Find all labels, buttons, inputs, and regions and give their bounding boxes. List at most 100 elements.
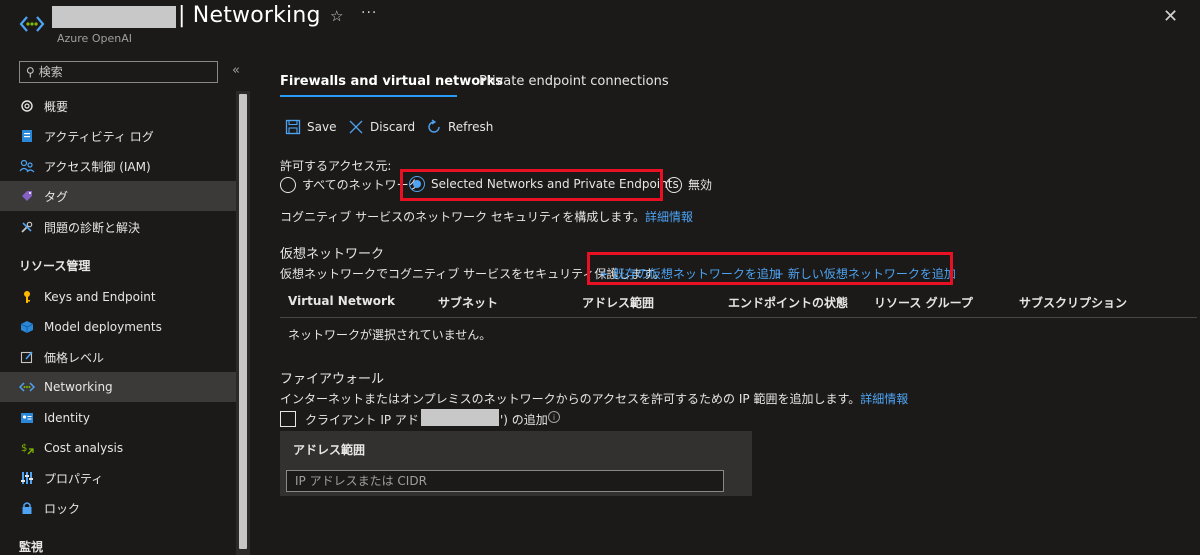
refresh-button[interactable]: Refresh bbox=[426, 119, 493, 135]
sidebar-item-label: タグ bbox=[44, 189, 69, 204]
vnet-empty-message: ネットワークが選択されていません。 bbox=[288, 328, 492, 342]
col-endpoint-status[interactable]: エンドポイントの状態 bbox=[728, 294, 848, 311]
refresh-label: Refresh bbox=[448, 120, 494, 134]
tab-private-endpoint-connections[interactable]: Private endpoint connections bbox=[479, 74, 669, 89]
address-range-panel: アドレス範囲 bbox=[280, 431, 752, 496]
sidebar-item-overview[interactable]: 概要 bbox=[0, 91, 236, 121]
discard-button[interactable]: Discard bbox=[348, 119, 415, 135]
section-monitoring: 監視 bbox=[19, 540, 44, 554]
scrollbar-thumb[interactable] bbox=[239, 94, 247, 549]
sidebar-item-label: ロック bbox=[44, 501, 81, 516]
highlight-add-vnet bbox=[587, 252, 953, 285]
tag-icon bbox=[19, 188, 35, 204]
redacted-resource-name bbox=[52, 6, 176, 28]
firewall-description: インターネットまたはオンプレミスのネットワークからのアクセスを許可するための I… bbox=[280, 392, 909, 406]
sidebar-item-label: 概要 bbox=[44, 99, 69, 114]
address-range-header: アドレス範囲 bbox=[293, 443, 366, 457]
cube-icon bbox=[19, 319, 35, 335]
redacted-client-ip bbox=[421, 409, 499, 426]
main-content: Firewalls and virtual networks Private e… bbox=[280, 56, 1200, 555]
app-window: | Networking Azure OpenAI ☆ ··· ✕ ⚲ « 概要… bbox=[0, 0, 1200, 555]
scroll-up-icon[interactable]: ▲ bbox=[239, 92, 244, 100]
sidebar-item-label: Cost analysis bbox=[44, 441, 124, 455]
radio-circle[interactable] bbox=[666, 176, 682, 193]
lock-icon bbox=[19, 500, 35, 516]
allow-access-label: 許可するアクセス元: bbox=[280, 159, 392, 173]
people-icon bbox=[19, 158, 35, 174]
sidebar-item-label: 問題の診断と解決 bbox=[44, 220, 141, 235]
sidebar-item-activity-log[interactable]: アクティビティ ログ bbox=[0, 121, 236, 151]
col-virtual-network[interactable]: Virtual Network bbox=[288, 294, 395, 308]
address-range-input[interactable] bbox=[286, 470, 724, 492]
openai-icon bbox=[19, 98, 35, 114]
sidebar-item-properties[interactable]: プロパティ bbox=[0, 463, 236, 493]
col-address-range[interactable]: アドレス範囲 bbox=[582, 294, 654, 311]
networking-logo-icon bbox=[19, 16, 45, 32]
firewall-heading: ファイアウォール bbox=[280, 372, 385, 387]
sidebar-item-cost-analysis[interactable]: $ Cost analysis bbox=[0, 433, 236, 463]
access-description: コグニティブ サービスのネットワーク セキュリティを構成します。詳細情報 bbox=[280, 210, 694, 224]
client-ip-label-suffix: ') の追加 bbox=[500, 413, 548, 427]
selected-tab-indicator bbox=[280, 95, 457, 97]
sidebar-item-label: アクティビティ ログ bbox=[44, 129, 154, 144]
save-button[interactable]: Save bbox=[285, 119, 336, 135]
identity-icon bbox=[19, 410, 35, 426]
cost-icon: $ bbox=[19, 440, 35, 456]
col-resource-group[interactable]: リソース グループ bbox=[874, 294, 973, 311]
sidebar-item-iam[interactable]: アクセス制御 (IAM) bbox=[0, 151, 236, 181]
sidebar-item-label: 価格レベル bbox=[44, 350, 105, 365]
activity-log-icon bbox=[19, 128, 35, 144]
col-subscription[interactable]: サブスクリプション bbox=[1019, 294, 1127, 311]
collapse-sidebar-icon[interactable]: « bbox=[232, 63, 240, 78]
radio-label: 無効 bbox=[688, 178, 713, 192]
properties-icon bbox=[19, 470, 35, 486]
sidebar-search-input[interactable] bbox=[38, 65, 199, 79]
page-title: | Networking bbox=[178, 3, 321, 28]
sidebar-item-pricing-tier[interactable]: 価格レベル bbox=[0, 342, 236, 372]
discard-icon bbox=[348, 119, 364, 135]
key-icon bbox=[19, 289, 35, 305]
highlight-selected-networks bbox=[400, 169, 663, 201]
wrench-icon bbox=[19, 219, 35, 235]
discard-label: Discard bbox=[370, 120, 416, 134]
edit-icon bbox=[19, 349, 35, 365]
sidebar-item-networking[interactable]: Networking bbox=[0, 372, 236, 402]
resource-type-subtitle: Azure OpenAI bbox=[57, 32, 132, 45]
col-subnet[interactable]: サブネット bbox=[438, 294, 498, 311]
sidebar-item-diagnose[interactable]: 問題の診断と解決 bbox=[0, 212, 236, 242]
sidebar-search[interactable]: ⚲ bbox=[19, 61, 218, 83]
favorite-star-icon[interactable]: ☆ bbox=[330, 7, 343, 25]
save-icon bbox=[285, 119, 301, 135]
sidebar-item-model-deployments[interactable]: Model deployments bbox=[0, 312, 236, 342]
close-icon[interactable]: ✕ bbox=[1163, 6, 1178, 27]
sidebar-scrollbar[interactable] bbox=[236, 91, 250, 555]
refresh-icon bbox=[426, 119, 442, 135]
sidebar-item-label: Networking bbox=[44, 380, 113, 394]
sidebar-item-label: アクセス制御 (IAM) bbox=[44, 159, 151, 174]
learn-more-link[interactable]: 詳細情報 bbox=[645, 210, 693, 224]
sidebar-item-label: Keys and Endpoint bbox=[44, 290, 156, 304]
sidebar-item-label: Identity bbox=[44, 411, 90, 425]
section-resource-management: リソース管理 bbox=[19, 259, 91, 273]
svg-text:$: $ bbox=[21, 443, 27, 454]
blade-header: | Networking Azure OpenAI ☆ ··· ✕ bbox=[0, 0, 1200, 50]
vnet-table-header: Virtual Network サブネット アドレス範囲 エンドポイントの状態 … bbox=[280, 292, 1197, 318]
sidebar-item-identity[interactable]: Identity bbox=[0, 403, 236, 433]
radio-disabled[interactable]: 無効 bbox=[666, 176, 712, 193]
more-options-icon[interactable]: ··· bbox=[361, 5, 377, 21]
sidebar: ⚲ « 概要 アクティビティ ログ アクセス制御 (IAM) タ bbox=[0, 56, 252, 555]
add-client-ip-checkbox[interactable] bbox=[280, 411, 296, 427]
info-icon[interactable]: i bbox=[548, 411, 560, 423]
sidebar-item-label: Model deployments bbox=[44, 320, 162, 334]
vnet-heading: 仮想ネットワーク bbox=[280, 247, 385, 262]
save-label: Save bbox=[307, 120, 337, 134]
sidebar-item-tags[interactable]: タグ bbox=[0, 181, 236, 211]
search-icon: ⚲ bbox=[26, 65, 35, 79]
networking-icon bbox=[19, 379, 35, 395]
sidebar-item-locks[interactable]: ロック bbox=[0, 493, 236, 523]
tab-firewalls-virtual-networks[interactable]: Firewalls and virtual networks bbox=[280, 74, 503, 89]
firewall-learn-more-link[interactable]: 詳細情報 bbox=[860, 392, 908, 406]
sidebar-item-keys-endpoint[interactable]: Keys and Endpoint bbox=[0, 282, 236, 312]
sidebar-item-label: プロパティ bbox=[44, 471, 104, 486]
radio-circle[interactable] bbox=[280, 176, 296, 193]
